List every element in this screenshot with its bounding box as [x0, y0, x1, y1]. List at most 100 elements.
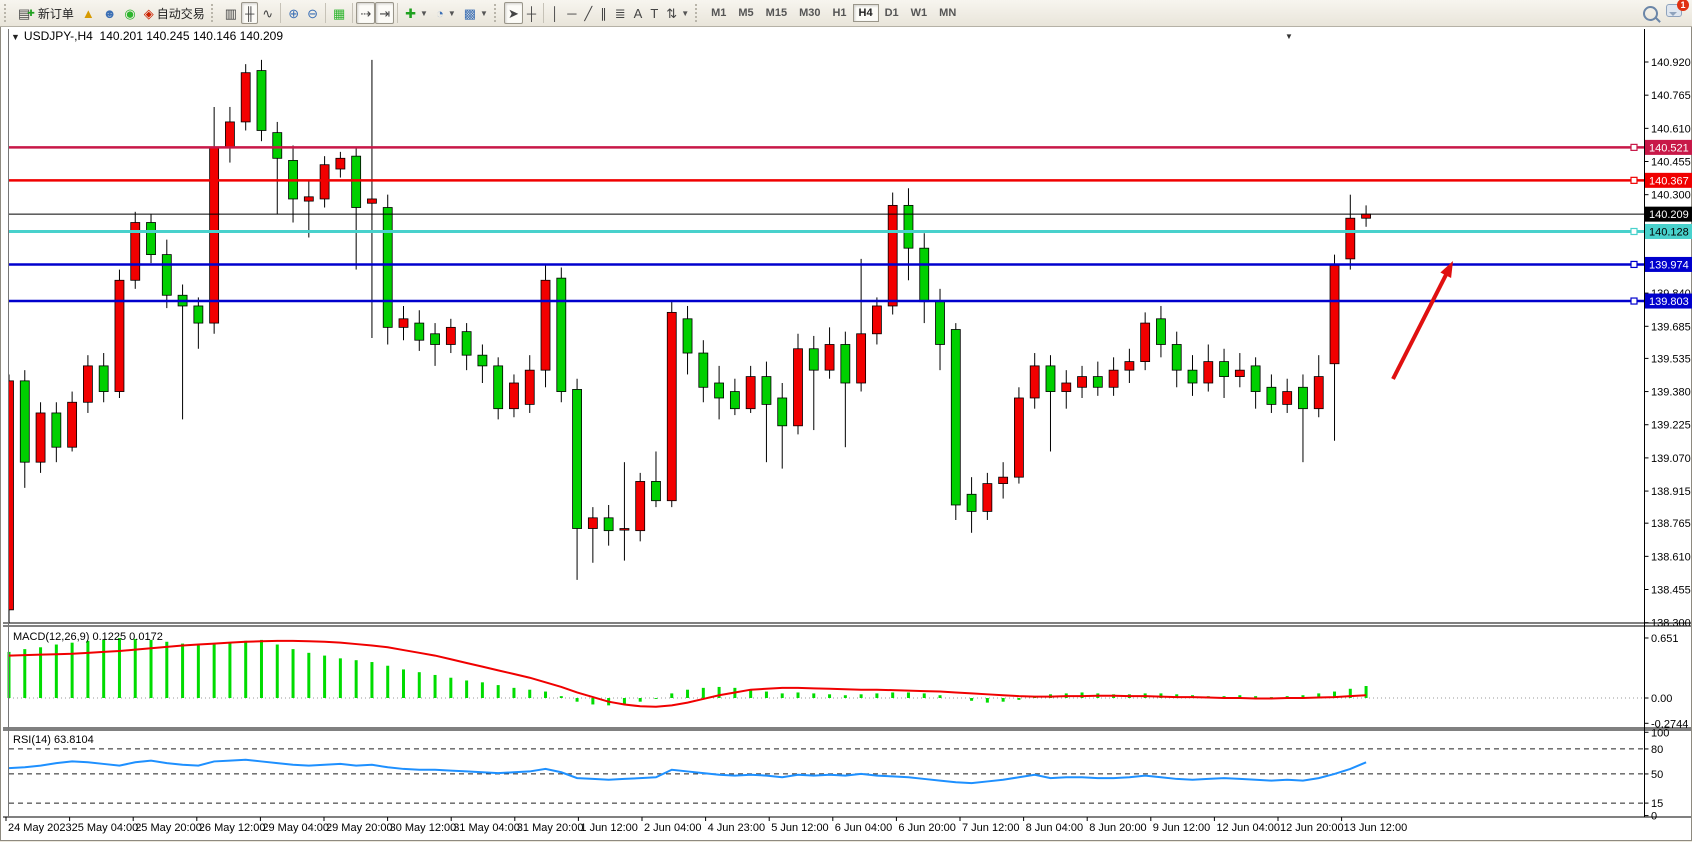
- svg-text:139.974: 139.974: [1649, 259, 1689, 271]
- timeframe-mn-button[interactable]: MN: [933, 4, 962, 22]
- timeframe-h1-button[interactable]: H1: [826, 4, 852, 22]
- svg-text:5 Jun 12:00: 5 Jun 12:00: [771, 822, 829, 834]
- autotrade-button[interactable]: ◈ 自动交易: [140, 2, 209, 24]
- zoom-out-button[interactable]: ⊖: [303, 2, 322, 24]
- svg-text:9 Jun 12:00: 9 Jun 12:00: [1153, 822, 1211, 834]
- arrows-icon: ⇅: [666, 7, 677, 20]
- svg-text:31 May 20:00: 31 May 20:00: [517, 822, 584, 834]
- svg-text:25 May 04:00: 25 May 04:00: [72, 822, 139, 834]
- crosshair-button[interactable]: ┼: [523, 2, 540, 24]
- funnel-icon: ▲: [82, 7, 95, 20]
- chevron-down-icon: ▼: [448, 9, 456, 18]
- bar-chart-button[interactable]: ▥: [221, 2, 241, 24]
- chevron-down-icon: ▼: [681, 9, 689, 18]
- person-icon: ☻: [103, 7, 117, 20]
- arrows-button[interactable]: ⇅ ▼: [662, 2, 693, 24]
- svg-text:140.610: 140.610: [1651, 123, 1691, 135]
- svg-text:0: 0: [1651, 811, 1657, 823]
- svg-text:25 May 20:00: 25 May 20:00: [135, 822, 202, 834]
- svg-text:29 May 20:00: 29 May 20:00: [326, 822, 393, 834]
- signals-button[interactable]: ◉: [120, 2, 139, 24]
- chart-window: ▼140.920140.765140.610140.455140.300139.…: [0, 26, 1692, 841]
- auto-scroll-button[interactable]: ⇢: [356, 2, 375, 24]
- auto-scroll-icon: ⇢: [360, 7, 371, 20]
- main-toolbar: ▤ ✚ 新订单 ▲ ☻ ◉ ◈ 自动交易 ▥ ╫ ∿ ⊕ ⊖ ▦ ⇢ ⇥ ✚: [0, 0, 1692, 27]
- new-order-button[interactable]: ▤ ✚ 新订单: [14, 2, 78, 24]
- timeframe-h4-button[interactable]: H4: [853, 4, 879, 22]
- new-order-label: 新订单: [38, 5, 74, 22]
- candlestick-icon: ╫: [245, 7, 254, 20]
- svg-text:80: 80: [1651, 744, 1663, 756]
- horizontal-line-icon: ─: [567, 7, 576, 20]
- text-button[interactable]: A: [630, 2, 647, 24]
- tile-windows-button[interactable]: ▦: [329, 2, 349, 24]
- svg-text:1 Jun 12:00: 1 Jun 12:00: [580, 822, 638, 834]
- svg-text:138.455: 138.455: [1651, 585, 1691, 597]
- svg-text:139.803: 139.803: [1649, 296, 1689, 308]
- separator: [543, 3, 544, 23]
- channel-icon: ∥: [600, 7, 607, 20]
- autotrade-label: 自动交易: [157, 5, 205, 22]
- svg-text:139.225: 139.225: [1651, 420, 1691, 432]
- svg-text:50: 50: [1651, 769, 1663, 781]
- search-icon[interactable]: [1643, 6, 1658, 21]
- svg-text:8 Jun 20:00: 8 Jun 20:00: [1089, 822, 1147, 834]
- svg-text:139.535: 139.535: [1651, 353, 1691, 365]
- zoom-in-button[interactable]: ⊕: [284, 2, 303, 24]
- fibonacci-button[interactable]: ≣: [611, 2, 630, 24]
- robot-icon: ◈: [144, 7, 154, 20]
- svg-text:140.367: 140.367: [1649, 175, 1689, 187]
- timeframe-m1-button[interactable]: M1: [705, 4, 732, 22]
- indicators-button[interactable]: ✚ ▼: [401, 2, 432, 24]
- notifications-button[interactable]: 1: [1666, 4, 1682, 22]
- svg-text:138.765: 138.765: [1651, 518, 1691, 530]
- chevron-down-icon: ▼: [480, 9, 488, 18]
- funnel-button[interactable]: ▲: [78, 2, 99, 24]
- timeframe-m5-button[interactable]: M5: [732, 4, 759, 22]
- timeframe-w1-button[interactable]: W1: [905, 4, 934, 22]
- svg-text:138.915: 138.915: [1651, 486, 1691, 498]
- svg-text:24 May 2023: 24 May 2023: [8, 822, 72, 834]
- text-label-button[interactable]: T: [646, 2, 662, 24]
- toolbar-grip: [4, 4, 10, 22]
- svg-text:140.128: 140.128: [1649, 226, 1689, 238]
- timeframe-m15-button[interactable]: M15: [760, 4, 793, 22]
- svg-text:140.765: 140.765: [1651, 90, 1691, 102]
- vertical-line-button[interactable]: │: [547, 2, 563, 24]
- text-icon: A: [634, 7, 643, 20]
- svg-text:30 May 12:00: 30 May 12:00: [390, 822, 457, 834]
- svg-text:139.070: 139.070: [1651, 453, 1691, 465]
- trendline-button[interactable]: ╱: [580, 2, 596, 24]
- separator: [352, 3, 353, 23]
- plus-icon: ✚: [27, 7, 35, 20]
- chart-shift-button[interactable]: ⇥: [375, 2, 394, 24]
- chart-shift-marker: ▼: [1285, 32, 1293, 41]
- profile-button[interactable]: ☻: [99, 2, 121, 24]
- channel-button[interactable]: ∥: [596, 2, 611, 24]
- svg-text:7 Jun 12:00: 7 Jun 12:00: [962, 822, 1020, 834]
- svg-text:0.00: 0.00: [1651, 693, 1672, 705]
- svg-text:12 Jun 20:00: 12 Jun 20:00: [1280, 822, 1344, 834]
- chart-title: ▼USDJPY-,H4 140.201 140.245 140.146 140.…: [11, 29, 283, 43]
- chart-canvas[interactable]: ▼140.920140.765140.610140.455140.300139.…: [1, 27, 1692, 842]
- collapse-triangle-icon[interactable]: ▼: [11, 32, 20, 42]
- fibonacci-icon: ≣: [615, 7, 626, 20]
- zoom-out-icon: ⊖: [307, 7, 318, 20]
- timeframe-d1-button[interactable]: D1: [879, 4, 905, 22]
- separator: [280, 3, 281, 23]
- chevron-down-icon: ▼: [420, 9, 428, 18]
- timeframe-m30-button[interactable]: M30: [793, 4, 826, 22]
- periods-button[interactable]: ◔ ▼: [432, 2, 460, 24]
- templates-button[interactable]: ▩ ▼: [460, 2, 492, 24]
- chart-shift-icon: ⇥: [379, 7, 390, 20]
- tile-windows-icon: ▦: [333, 7, 345, 20]
- svg-text:138.300: 138.300: [1651, 618, 1691, 630]
- svg-text:12 Jun 04:00: 12 Jun 04:00: [1216, 822, 1280, 834]
- text-label-icon: T: [650, 7, 658, 20]
- candlestick-button[interactable]: ╫: [241, 2, 258, 24]
- horizontal-line-button[interactable]: ─: [563, 2, 580, 24]
- line-chart-button[interactable]: ∿: [258, 2, 277, 24]
- svg-text:6 Jun 20:00: 6 Jun 20:00: [898, 822, 956, 834]
- cursor-button[interactable]: ➤: [504, 2, 523, 24]
- template-icon: ▩: [464, 7, 476, 20]
